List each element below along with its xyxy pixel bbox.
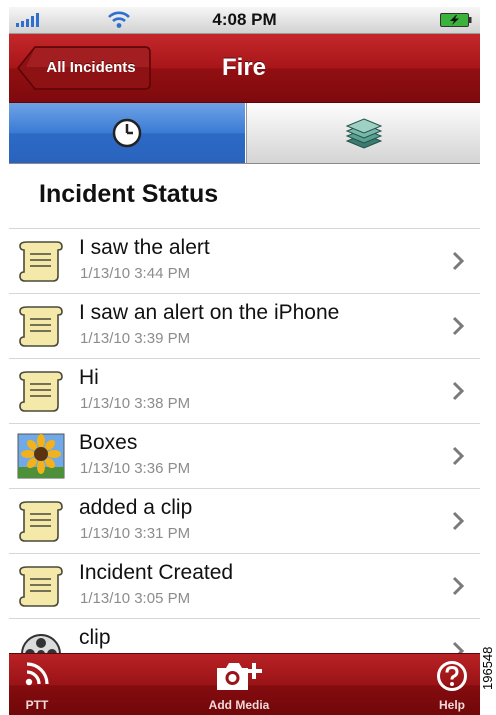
scroll-icon [19,306,63,347]
chevron-right-icon [452,251,464,271]
all-incidents-back-button[interactable]: All Incidents [17,46,151,90]
broadcast-icon [25,662,49,686]
scroll-icon [19,501,63,542]
back-button-label: All Incidents [46,59,136,76]
item-title: Incident Created [79,561,234,584]
list-item[interactable]: Boxes 1/13/10 3:36 PM [9,424,480,489]
add-media-button[interactable]: Add Media [189,654,289,715]
ptt-button[interactable]: PTT [9,654,65,715]
phone-screen: 4:08 PM All Incidents Fire Incident Stat… [9,7,480,715]
ptt-label: PTT [25,698,49,712]
clock-icon [112,118,142,148]
sunflower-photo-icon [17,433,65,479]
list-item[interactable]: added a clip 1/13/10 3:31 PM [9,489,480,554]
item-title: Hi [79,366,99,389]
chevron-right-icon [452,381,464,401]
item-timestamp: 1/13/10 3:36 PM [80,460,191,477]
chevron-right-icon [452,446,464,466]
item-timestamp: 1/13/10 3:38 PM [80,395,191,412]
help-question-icon [437,661,467,691]
navigation-bar: All Incidents Fire [9,34,480,103]
chevron-right-icon [452,316,464,336]
item-timestamp: 1/13/10 3:39 PM [80,330,191,347]
help-label: Help [438,698,465,712]
item-title: I saw the alert [79,236,210,259]
add-media-label: Add Media [208,698,270,712]
item-timestamp: 1/13/10 3:05 PM [80,590,191,607]
status-bar: 4:08 PM [9,7,480,34]
help-button[interactable]: Help [424,654,480,715]
scroll-icon [19,371,63,412]
item-timestamp: 1/13/10 3:44 PM [80,265,191,282]
item-title: Boxes [79,431,138,454]
list-item[interactable]: Incident Created 1/13/10 3:05 PM [9,554,480,619]
section-header: Incident Status [9,164,480,229]
list-item[interactable]: Hi 1/13/10 3:38 PM [9,359,480,424]
tab-timeline[interactable] [9,103,245,163]
chevron-right-icon [452,576,464,596]
battery-charging-icon [440,13,472,27]
status-time: 4:08 PM [212,10,277,29]
item-title: added a clip [79,496,193,519]
page-title: Fire [221,54,266,81]
tab-layers[interactable] [246,103,480,163]
incident-status-list: I saw the alert 1/13/10 3:44 PM I saw an… [9,229,480,684]
scroll-icon [19,241,63,282]
figure-id: 196548 [480,646,495,690]
chevron-right-icon [452,511,464,531]
layers-icon [345,118,383,149]
item-title: clip [79,626,111,649]
item-title: I saw an alert on the iPhone [79,301,340,324]
bottom-toolbar: PTT Add Media Help [9,653,480,715]
camera-add-icon [217,663,262,690]
scroll-icon [19,566,63,607]
item-timestamp: 1/13/10 3:31 PM [80,525,191,542]
segmented-tabs [9,103,480,164]
list-item[interactable]: I saw an alert on the iPhone 1/13/10 3:3… [9,294,480,359]
list-item[interactable]: I saw the alert 1/13/10 3:44 PM [9,229,480,294]
section-title: Incident Status [39,180,219,208]
